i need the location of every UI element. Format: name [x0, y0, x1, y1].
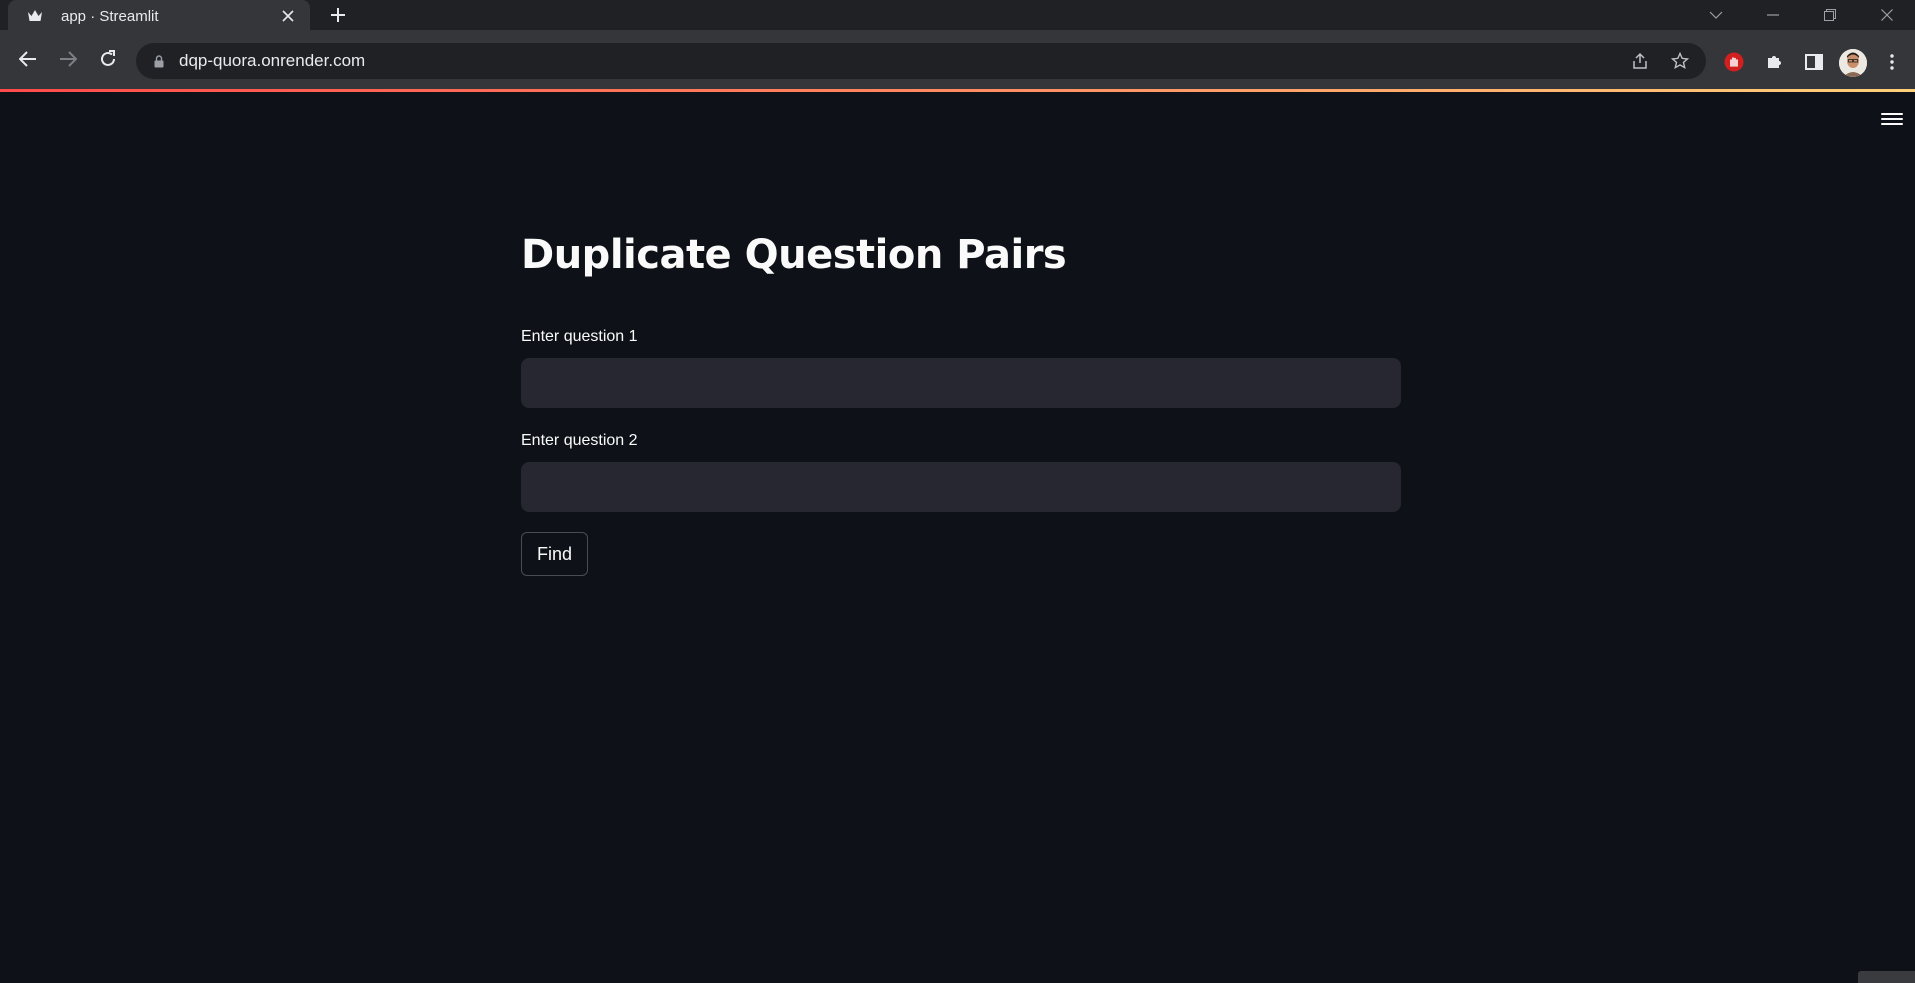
- minimize-icon[interactable]: [1744, 0, 1801, 30]
- puzzle-icon[interactable]: [1760, 48, 1788, 76]
- url-text: dqp-quora.onrender.com: [179, 51, 366, 70]
- lock-icon[interactable]: [151, 53, 167, 69]
- browser-toolbar: dqp-quora.onrender.com: [0, 30, 1915, 90]
- question-1-input[interactable]: [521, 358, 1401, 408]
- question-1-label: Enter question 1: [521, 328, 638, 345]
- plus-icon[interactable]: [326, 3, 350, 27]
- reload-icon[interactable]: [92, 43, 124, 75]
- close-icon[interactable]: [278, 6, 298, 26]
- question-2-input[interactable]: [521, 462, 1401, 512]
- streamlit-app: Duplicate Question Pairs Enter question …: [0, 92, 1915, 983]
- find-button[interactable]: Find: [521, 532, 589, 576]
- hand-stop-icon[interactable]: [1720, 48, 1748, 76]
- restore-icon[interactable]: [1801, 0, 1858, 30]
- browser-tabstrip: app · Streamlit: [0, 0, 1915, 32]
- main-content: Duplicate Question Pairs Enter question …: [521, 232, 1401, 576]
- address-bar[interactable]: dqp-quora.onrender.com: [136, 43, 1706, 79]
- window-close-icon[interactable]: [1858, 0, 1915, 30]
- streamlit-crown-icon: [27, 8, 43, 24]
- hamburger-menu-icon[interactable]: [1881, 110, 1903, 128]
- share-icon[interactable]: [1626, 47, 1654, 75]
- chevron-down-icon[interactable]: [1687, 0, 1744, 30]
- browser-tab[interactable]: app · Streamlit: [8, 0, 310, 32]
- page-title: Duplicate Question Pairs: [521, 232, 1067, 278]
- tab-title: app · Streamlit: [61, 7, 159, 25]
- avatar[interactable]: [1839, 49, 1867, 77]
- status-widget: [1858, 971, 1915, 983]
- window-controls: [1687, 0, 1915, 30]
- arrow-right-icon[interactable]: [52, 43, 84, 75]
- question-2-label: Enter question 2: [521, 432, 638, 449]
- star-icon[interactable]: [1666, 47, 1694, 75]
- side-panel-icon[interactable]: [1800, 48, 1828, 76]
- arrow-left-icon[interactable]: [12, 43, 44, 75]
- kebab-menu-icon[interactable]: [1878, 48, 1906, 76]
